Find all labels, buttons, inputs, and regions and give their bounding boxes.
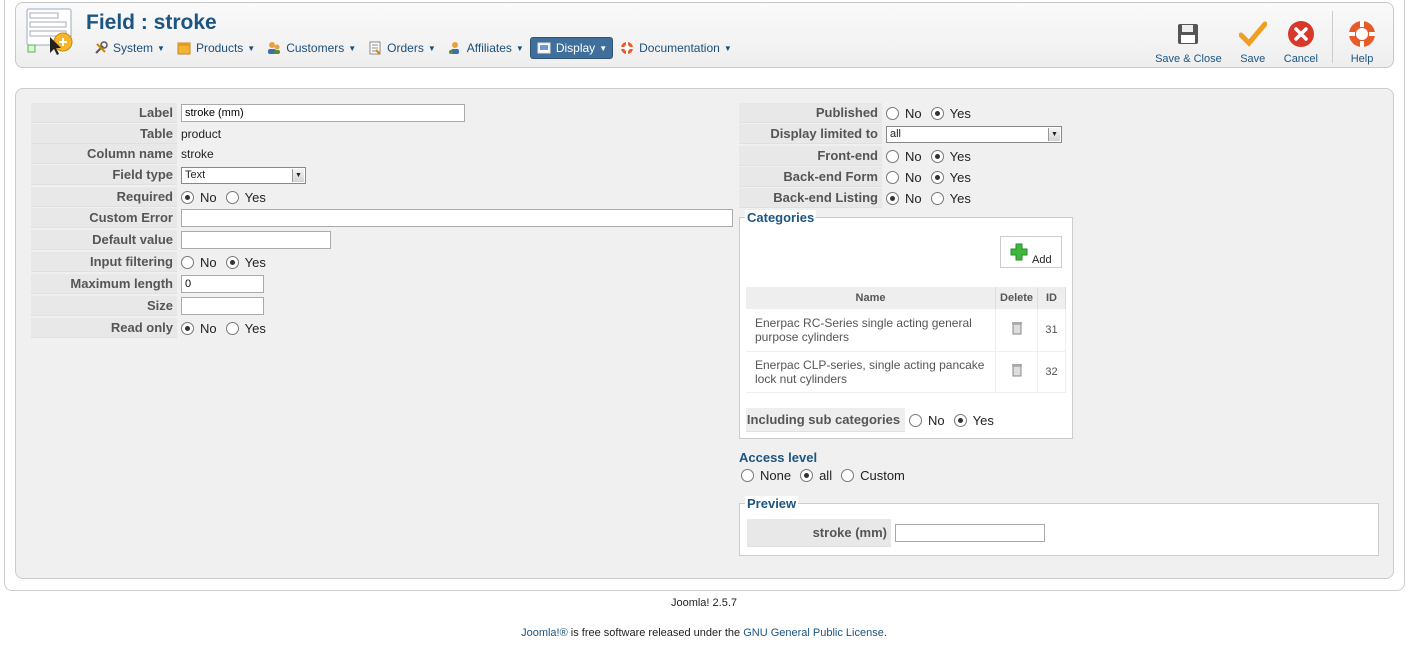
chevron-down-icon: ▼ [292, 168, 304, 182]
read-only-no-radio[interactable]: No [181, 321, 217, 336]
tools-icon [93, 40, 109, 56]
delete-trash-icon[interactable] [995, 351, 1039, 393]
field-logo-icon [25, 7, 77, 59]
toolbar-buttons: Save & Close Save Cancel Help [1147, 11, 1385, 65]
include-sub-row: Including sub categories No Yes [746, 408, 1003, 432]
col-delete-header: Delete [995, 287, 1039, 309]
max-length-input[interactable] [181, 275, 264, 293]
menu-system[interactable]: System ▼ [88, 37, 170, 59]
version-text: Joomla! 2.5.7 [670, 597, 738, 609]
access-level-legend: Access level [737, 450, 820, 465]
table-row: Table product [31, 124, 221, 144]
front-end-row: Front-end No Yes [739, 146, 980, 166]
label-input[interactable] [181, 104, 465, 122]
categories-legend: Categories [745, 210, 817, 225]
front-end-no-radio[interactable]: No [886, 149, 922, 164]
toolbar-separator [1332, 11, 1333, 63]
custom-error-row: Custom Error Message [31, 208, 733, 245]
add-category-button[interactable]: Add [1000, 236, 1062, 268]
page-title: Field : stroke [86, 11, 217, 34]
help-button[interactable]: Help [1339, 11, 1385, 65]
license-text: Joomla!® is free software released under… [521, 627, 887, 639]
category-id: 31 [1037, 309, 1066, 352]
access-custom-radio[interactable]: Custom [841, 468, 905, 483]
save-button[interactable]: Save [1230, 11, 1276, 65]
backend-form-yes-radio[interactable]: Yes [930, 170, 971, 185]
orders-icon [367, 40, 383, 56]
gpl-link[interactable]: GNU General Public License [743, 627, 884, 639]
preview-input[interactable] [895, 524, 1045, 542]
lifebuoy-icon [619, 40, 635, 56]
size-input[interactable] [181, 297, 264, 315]
column-name-value: stroke [181, 147, 214, 161]
backend-listing-yes-radio[interactable]: Yes [930, 191, 971, 206]
menu-orders[interactable]: Orders ▼ [362, 37, 441, 59]
cancel-button[interactable]: Cancel [1276, 11, 1326, 65]
input-filtering-row: Input filtering No Yes [31, 252, 275, 272]
default-value-input[interactable] [181, 231, 331, 249]
menu-documentation[interactable]: Documentation ▼ [614, 37, 737, 59]
menu-affiliates[interactable]: Affiliates ▼ [442, 37, 529, 59]
column-name-row: Column name stroke [31, 144, 214, 164]
help-lifebuoy-icon [1347, 19, 1377, 49]
plus-icon [1010, 243, 1028, 264]
col-name-header: Name [746, 287, 997, 309]
category-link[interactable]: Enerpac RC-Series single acting general … [746, 309, 997, 352]
published-row: Published No Yes [739, 103, 980, 123]
delete-trash-icon[interactable] [995, 309, 1039, 352]
field-type-row: Field type Text ▼ [31, 165, 306, 185]
published-no-radio[interactable]: No [886, 106, 922, 121]
table-value: product [181, 127, 222, 141]
cancel-icon [1286, 19, 1316, 49]
categories-table: Name Delete ID Enerpac RC-Series single … [746, 287, 1066, 393]
required-no-radio[interactable]: No [181, 190, 217, 205]
affiliates-icon [447, 40, 463, 56]
save-close-button[interactable]: Save & Close [1147, 11, 1230, 65]
main-menu: System ▼ Products ▼ Customers ▼ Orders ▼ Aff… [88, 37, 738, 59]
include-sub-yes-radio[interactable]: Yes [953, 413, 994, 428]
include-sub-no-radio[interactable]: No [909, 413, 945, 428]
backend-listing-no-radio[interactable]: No [886, 191, 922, 206]
input-filtering-yes-radio[interactable]: Yes [225, 255, 266, 270]
default-value-row: Default value [31, 230, 331, 250]
required-row: Required No Yes [31, 187, 275, 207]
backend-form-no-radio[interactable]: No [886, 170, 922, 185]
col-id-header: ID [1037, 287, 1066, 309]
display-icon [536, 40, 552, 56]
access-level-row: None all Custom [741, 465, 914, 485]
toolbar: Field : stroke System ▼ Products ▼ Custome… [15, 2, 1394, 68]
floppy-icon [1173, 19, 1203, 49]
menu-display[interactable]: Display ▼ [529, 37, 614, 59]
max-length-row: Maximum length [31, 274, 264, 294]
menu-customers[interactable]: Customers ▼ [261, 37, 361, 59]
category-link[interactable]: Enerpac CLP-series, single acting pancak… [746, 351, 997, 393]
read-only-yes-radio[interactable]: Yes [225, 321, 266, 336]
display-limited-select[interactable]: all ▼ [886, 125, 1062, 143]
category-id: 32 [1037, 351, 1066, 393]
preview-legend: Preview [745, 496, 799, 511]
access-none-radio[interactable]: None [741, 468, 791, 483]
display-limited-row: Display limited to all ▼ [739, 124, 1062, 144]
field-type-select[interactable]: Text ▼ [181, 166, 306, 184]
published-yes-radio[interactable]: Yes [930, 106, 971, 121]
checkmark-icon [1238, 19, 1268, 49]
menu-products[interactable]: Products ▼ [171, 37, 260, 59]
customers-icon [266, 40, 282, 56]
preview-row: stroke (mm) [747, 519, 1045, 547]
chevron-down-icon: ▼ [1048, 127, 1060, 141]
required-yes-radio[interactable]: Yes [225, 190, 266, 205]
table-row: Enerpac CLP-series, single acting pancak… [746, 351, 1066, 393]
joomla-link[interactable]: Joomla!® [521, 627, 568, 639]
read-only-row: Read only No Yes [31, 318, 275, 338]
backend-listing-row: Back-end Listing No Yes [739, 188, 980, 208]
front-end-yes-radio[interactable]: Yes [930, 149, 971, 164]
input-filtering-no-radio[interactable]: No [181, 255, 217, 270]
size-row: Size [31, 296, 264, 316]
custom-error-input[interactable] [181, 209, 733, 227]
access-all-radio[interactable]: all [800, 468, 832, 483]
table-row: Enerpac RC-Series single acting general … [746, 309, 1066, 352]
backend-form-row: Back-end Form No Yes [739, 167, 980, 187]
products-icon [176, 40, 192, 56]
label-row: Label [31, 103, 465, 123]
